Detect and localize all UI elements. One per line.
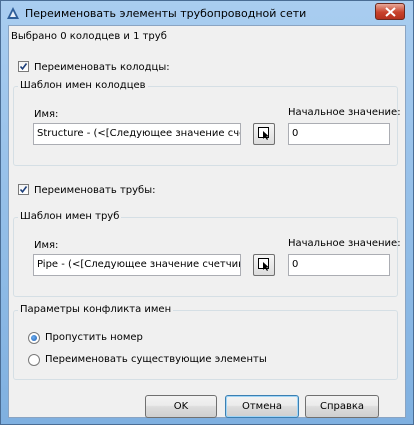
pipe-name-label: Имя: — [34, 240, 59, 251]
structure-name-template-button[interactable] — [253, 123, 275, 145]
rename-structures-checkbox[interactable] — [18, 61, 29, 72]
radio-selected-dot — [31, 335, 37, 341]
pipe-name-template-button[interactable] — [253, 254, 275, 276]
pipe-template-group: Шаблон имен труб Имя: Pipe - (<[Следующе… — [13, 211, 401, 297]
help-button[interactable]: Справка — [305, 395, 379, 418]
dialog-window: Переименовать элементы трубопроводной се… — [0, 0, 414, 425]
pipe-start-value-field[interactable]: 0 — [288, 254, 390, 276]
name-template-icon — [258, 258, 269, 271]
rename-pipes-checkbox[interactable] — [18, 184, 29, 195]
title-bar[interactable]: Переименовать элементы трубопроводной се… — [1, 1, 413, 25]
rename-existing-label: Переименовать существующие элементы — [45, 354, 267, 365]
close-button[interactable] — [375, 3, 405, 20]
check-icon — [19, 186, 28, 194]
check-icon — [19, 63, 28, 71]
structure-template-group: Шаблон имен колодцев Имя: Structure - (<… — [13, 80, 401, 166]
dialog-body: Выбрано 0 колодцев и 1 труб Переименоват… — [8, 25, 406, 418]
rename-existing-radio[interactable] — [28, 354, 40, 366]
skip-number-label: Пропустить номер — [45, 332, 143, 343]
pipe-name-field[interactable]: Pipe - (<[Следующее значение счетчик — [33, 254, 241, 276]
rename-structures-label: Переименовать колодцы: — [34, 62, 170, 73]
structure-name-field[interactable]: Structure - (<[Следующее значение сче — [33, 123, 241, 145]
ok-button[interactable]: OK — [145, 395, 217, 418]
skip-number-radio[interactable] — [28, 332, 40, 344]
rename-pipes-label: Переименовать трубы: — [34, 185, 156, 196]
structure-start-label: Начальное значение: — [288, 107, 401, 118]
autocad-app-icon — [6, 6, 20, 20]
window-title: Переименовать элементы трубопроводной се… — [25, 7, 307, 20]
cancel-button[interactable]: Отмена — [225, 395, 299, 418]
pipe-start-label: Начальное значение: — [288, 238, 401, 249]
structure-name-label: Имя: — [34, 109, 59, 120]
pipe-template-title: Шаблон имен труб — [18, 211, 122, 222]
selection-summary: Выбрано 0 колодцев и 1 труб — [11, 31, 167, 42]
close-icon — [385, 7, 396, 17]
structure-start-value-field[interactable]: 0 — [288, 123, 390, 145]
name-conflict-group: Параметры конфликта имен Пропустить номе… — [13, 304, 398, 380]
structure-template-title: Шаблон имен колодцев — [18, 80, 148, 91]
name-template-icon — [258, 127, 269, 140]
name-conflict-title: Параметры конфликта имен — [18, 304, 174, 315]
